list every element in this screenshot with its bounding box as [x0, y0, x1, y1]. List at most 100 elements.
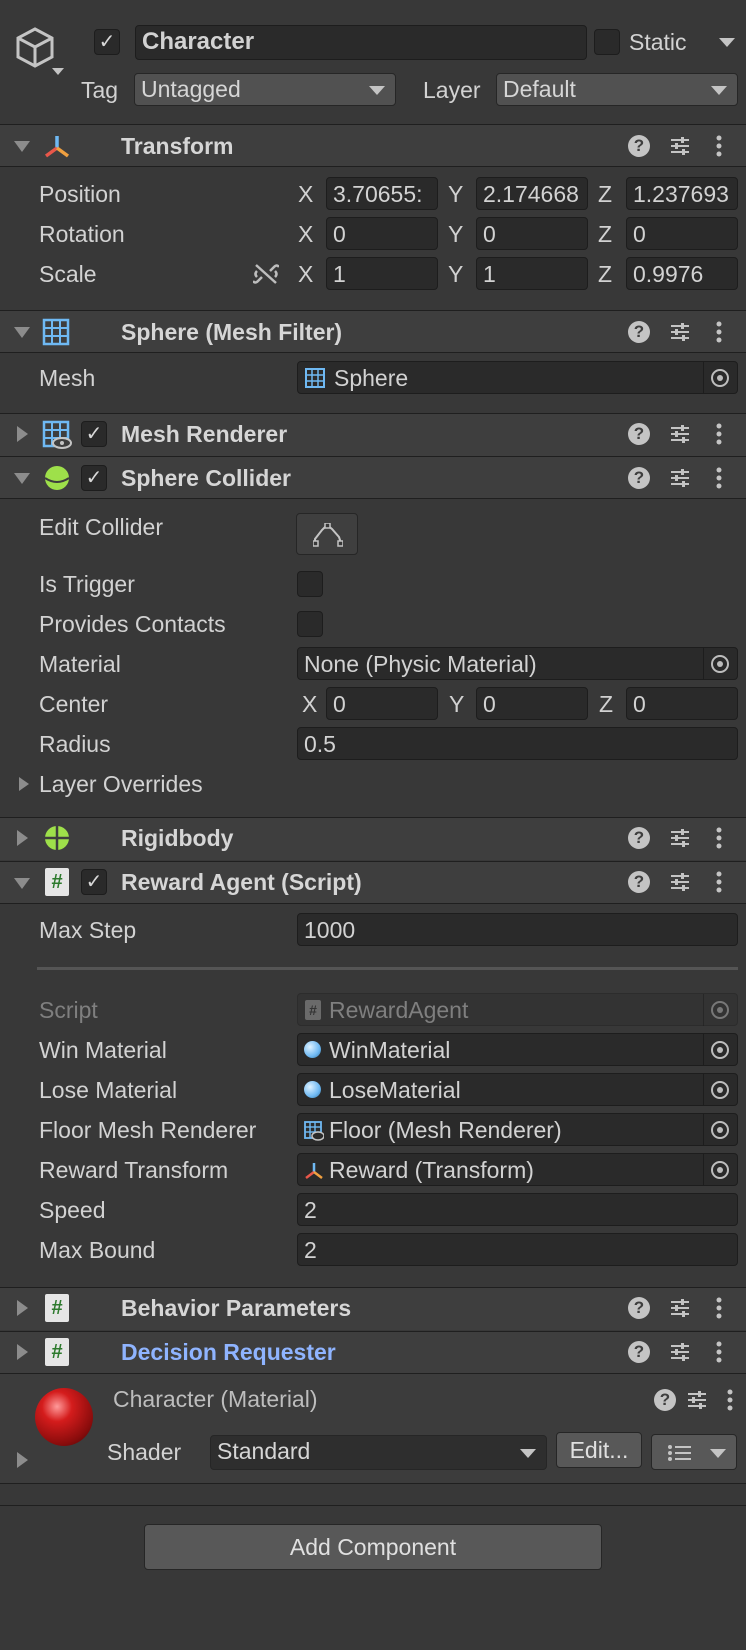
presets-sliders-icon[interactable]: [669, 423, 691, 445]
object-picker-icon[interactable]: [703, 362, 735, 394]
decision-requester-fold-arrow[interactable]: [17, 1344, 28, 1360]
axis-y-label[interactable]: Y: [448, 219, 463, 249]
scale-label[interactable]: Scale: [39, 259, 97, 289]
axis-y-label[interactable]: Y: [448, 179, 463, 209]
axis-z-label[interactable]: Z: [598, 259, 612, 289]
position-z-field[interactable]: 1.237693: [626, 177, 738, 210]
axis-z-label[interactable]: Z: [599, 689, 613, 719]
position-label[interactable]: Position: [39, 179, 121, 209]
sphere-collider-enabled-checkbox[interactable]: ✓: [81, 465, 107, 491]
presets-sliders-icon[interactable]: [669, 827, 691, 849]
object-picker-icon[interactable]: [703, 1114, 735, 1146]
sphere-collider-fold-arrow[interactable]: [14, 473, 30, 484]
axis-x-label[interactable]: X: [298, 219, 313, 249]
icon-dropdown-caret[interactable]: [52, 68, 64, 75]
max-step-field[interactable]: 1000: [297, 913, 738, 946]
position-x-field[interactable]: 3.70655:: [326, 177, 438, 210]
layer-overrides-label[interactable]: Layer Overrides: [39, 769, 203, 799]
is-trigger-checkbox[interactable]: [297, 571, 323, 597]
max-bound-label[interactable]: Max Bound: [39, 1235, 155, 1265]
presets-sliders-icon[interactable]: [669, 1341, 691, 1363]
kebab-menu-icon[interactable]: [716, 135, 722, 157]
reward-transform-field[interactable]: Reward (Transform): [297, 1153, 738, 1186]
reward-agent-enabled-checkbox[interactable]: ✓: [81, 869, 107, 895]
scale-z-field[interactable]: 0.9976: [626, 257, 738, 290]
rotation-y-field[interactable]: 0: [476, 217, 588, 250]
rotation-z-field[interactable]: 0: [626, 217, 738, 250]
shader-options-dropdown[interactable]: [651, 1434, 737, 1470]
floor-mesh-renderer-field[interactable]: Floor (Mesh Renderer): [297, 1113, 738, 1146]
provides-contacts-checkbox[interactable]: [297, 611, 323, 637]
object-name-field[interactable]: Character: [135, 25, 587, 60]
axis-y-label[interactable]: Y: [449, 689, 464, 719]
object-active-checkbox[interactable]: ✓: [94, 29, 120, 55]
center-x-field[interactable]: 0: [326, 687, 438, 720]
help-icon[interactable]: ?: [628, 1341, 650, 1363]
help-icon[interactable]: ?: [628, 1297, 650, 1319]
shader-dropdown[interactable]: Standard: [210, 1435, 547, 1470]
kebab-menu-icon[interactable]: [716, 827, 722, 849]
axis-z-label[interactable]: Z: [598, 179, 612, 209]
scale-y-field[interactable]: 1: [476, 257, 588, 290]
kebab-menu-icon[interactable]: [716, 467, 722, 489]
gameobject-cube-icon[interactable]: [14, 26, 56, 68]
object-picker-icon[interactable]: [703, 1074, 735, 1106]
help-icon[interactable]: ?: [628, 467, 650, 489]
speed-field[interactable]: 2: [297, 1193, 738, 1226]
rotation-x-field[interactable]: 0: [326, 217, 438, 250]
help-icon[interactable]: ?: [628, 871, 650, 893]
constrain-proportions-link-icon[interactable]: [253, 262, 279, 286]
center-z-field[interactable]: 0: [626, 687, 738, 720]
mesh-filter-fold-arrow[interactable]: [14, 327, 30, 338]
win-material-field[interactable]: WinMaterial: [297, 1033, 738, 1066]
max-bound-field[interactable]: 2: [297, 1233, 738, 1266]
radius-label[interactable]: Radius: [39, 729, 111, 759]
axis-x-label[interactable]: X: [298, 259, 313, 289]
max-step-label[interactable]: Max Step: [39, 915, 136, 945]
axis-x-label[interactable]: X: [302, 689, 317, 719]
help-icon[interactable]: ?: [628, 135, 650, 157]
help-icon[interactable]: ?: [628, 827, 650, 849]
presets-sliders-icon[interactable]: [669, 871, 691, 893]
add-component-button[interactable]: Add Component: [144, 1524, 602, 1570]
object-picker-icon[interactable]: [703, 1034, 735, 1066]
kebab-menu-icon[interactable]: [716, 321, 722, 343]
layer-overrides-fold-arrow[interactable]: [19, 777, 29, 791]
shader-edit-button[interactable]: Edit...: [556, 1432, 642, 1468]
presets-sliders-icon[interactable]: [669, 1297, 691, 1319]
mesh-object-field[interactable]: Sphere: [297, 361, 738, 394]
presets-sliders-icon[interactable]: [669, 321, 691, 343]
rotation-label[interactable]: Rotation: [39, 219, 125, 249]
tag-dropdown[interactable]: Untagged: [134, 73, 396, 106]
mesh-renderer-enabled-checkbox[interactable]: ✓: [81, 421, 107, 447]
axis-x-label[interactable]: X: [298, 179, 313, 209]
object-picker-icon[interactable]: [703, 1154, 735, 1186]
kebab-menu-icon[interactable]: [716, 423, 722, 445]
reward-agent-fold-arrow[interactable]: [14, 878, 30, 889]
rigidbody-fold-arrow[interactable]: [17, 830, 28, 846]
center-y-field[interactable]: 0: [476, 687, 588, 720]
position-y-field[interactable]: 2.174668: [476, 177, 588, 210]
kebab-menu-icon[interactable]: [727, 1389, 733, 1411]
radius-field[interactable]: 0.5: [297, 727, 738, 760]
behavior-parameters-fold-arrow[interactable]: [17, 1300, 28, 1316]
help-icon[interactable]: ?: [628, 321, 650, 343]
help-icon[interactable]: ?: [654, 1389, 676, 1411]
object-picker-icon[interactable]: [703, 648, 735, 680]
transform-fold-arrow[interactable]: [14, 141, 30, 152]
edit-collider-button[interactable]: [296, 513, 358, 555]
static-dropdown-caret[interactable]: [719, 38, 735, 47]
scale-x-field[interactable]: 1: [326, 257, 438, 290]
static-checkbox[interactable]: [594, 29, 620, 55]
kebab-menu-icon[interactable]: [716, 1341, 722, 1363]
speed-label[interactable]: Speed: [39, 1195, 106, 1225]
axis-y-label[interactable]: Y: [448, 259, 463, 289]
layer-dropdown[interactable]: Default: [496, 73, 738, 106]
help-icon[interactable]: ?: [628, 423, 650, 445]
axis-z-label[interactable]: Z: [598, 219, 612, 249]
material-fold-arrow[interactable]: [17, 1452, 28, 1468]
presets-sliders-icon[interactable]: [686, 1389, 708, 1411]
kebab-menu-icon[interactable]: [716, 1297, 722, 1319]
presets-sliders-icon[interactable]: [669, 467, 691, 489]
lose-material-field[interactable]: LoseMaterial: [297, 1073, 738, 1106]
